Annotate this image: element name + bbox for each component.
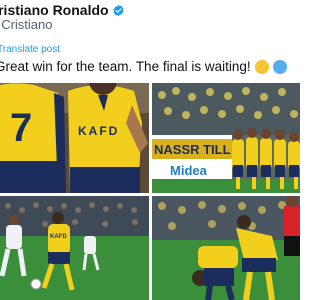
ad-banner-text: Midea [170,163,208,178]
jersey-number-text: 7 [10,106,32,150]
author-display-name[interactable]: Cristiano Ronaldo [0,2,109,18]
tweet-text: Great win for the team. The final is wai… [0,57,287,77]
yellow-heart-emoji-icon [254,60,269,74]
media-grid: 7 KAFD NASSR TILL Midea KAFD [0,83,300,300]
photo-players-back-view[interactable]: 7 KAFD [0,83,149,193]
blue-circle-emoji-icon [272,60,287,74]
author-name-row[interactable]: Cristiano Ronaldo [0,2,125,18]
tweet-header: Cristiano Ronaldo @Cristiano [0,0,298,34]
verified-badge-icon [112,4,124,16]
photo-players-celebrating[interactable] [152,196,300,300]
sponsor-text-small: KAFD [50,234,67,240]
stadium-signage-text: NASSR TILL [154,142,231,157]
author-handle[interactable]: @Cristiano [0,17,53,32]
photo-team-huddle[interactable]: NASSR TILL Midea [152,83,300,193]
sponsor-text: KAFD [78,124,119,138]
tweet-body: Great win for the team. The final is wai… [0,59,251,74]
translate-post-link[interactable]: Translate post [0,44,60,56]
photo-player-dribbling[interactable]: KAFD [0,196,149,300]
